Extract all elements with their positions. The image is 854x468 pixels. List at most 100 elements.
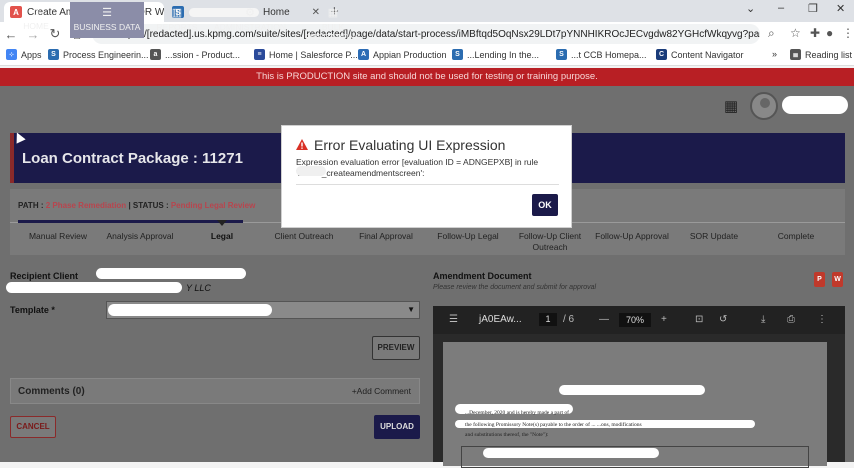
dialog-message: Expression evaluation error [evaluation … xyxy=(296,157,539,178)
download-icon[interactable]: ⤓ xyxy=(761,314,765,325)
sharepoint-icon: S xyxy=(48,49,59,60)
step-complete: Complete xyxy=(777,231,815,241)
bookmark-label: ...ssion - Product... xyxy=(165,49,241,60)
grid-icon: ▦ xyxy=(327,7,339,19)
bookmark-label: Home | Salesforce P... xyxy=(269,49,358,60)
nav-label: REPORTS xyxy=(156,22,198,32)
bookmark-icon: a xyxy=(150,49,161,60)
status-value: Pending Legal Review xyxy=(170,201,256,210)
bookmark-label: Appian Production xyxy=(373,49,447,60)
amendment-document-title: Amendment Document xyxy=(433,271,532,281)
comments-label: Comments (0) xyxy=(18,386,85,397)
zoom-in-icon[interactable]: + xyxy=(661,314,667,325)
step-analysis-approval: Analysis Approval xyxy=(106,231,174,241)
search-icon[interactable]: ⌕ xyxy=(768,26,775,41)
error-dialog: Error Evaluating UI Expression Expressio… xyxy=(281,125,572,228)
step-follow-up-client-outreach: Follow-Up Client Outreach xyxy=(518,231,582,252)
pdf-text-line: and substitutions thereof, the "Note"): xyxy=(465,432,549,438)
bookmark-lending[interactable]: S ...Lending In the... xyxy=(452,49,539,60)
bookmark-process-engineering[interactable]: S Process Engineerin... xyxy=(48,49,149,60)
bookmark-icon: C xyxy=(656,49,667,60)
apps-grid-icon[interactable]: ▦ xyxy=(724,97,738,115)
restore-button[interactable]: ❐ xyxy=(808,2,818,15)
step-follow-up-approval: Follow-Up Approval xyxy=(595,231,669,241)
bookmarks-bar: ⁘ Apps S Process Engineerin... a ...ssio… xyxy=(0,46,854,66)
apps-icon: ⁘ xyxy=(6,49,17,60)
chevron-down-icon[interactable]: ⌄ xyxy=(746,2,755,15)
page-total: / 6 xyxy=(563,314,575,325)
warning-icon xyxy=(296,139,308,150)
upload-button[interactable]: UPLOAD xyxy=(374,415,420,439)
nav-home[interactable]: ⌂ HOME xyxy=(14,2,58,38)
zoom-out-icon[interactable]: — xyxy=(599,314,609,325)
redacted-recipient xyxy=(6,282,182,293)
dialog-divider xyxy=(296,184,559,185)
step-follow-up-legal: Follow-Up Legal xyxy=(437,231,499,241)
pdf-viewer[interactable]: ☰ jA0EAw... 1 / 6 — 70% + ⊡ ↺ ⤓ ⎙ ⋮ ...D… xyxy=(433,306,845,468)
menu-icon[interactable]: ☰ xyxy=(449,314,458,325)
pdf-text-line: ...December, 2020 and is hereby made a p… xyxy=(465,410,569,416)
add-comment-link[interactable]: +Add Comment xyxy=(352,386,411,396)
step-progress xyxy=(18,220,243,223)
sharepoint-icon: S xyxy=(452,49,463,60)
step-final-approval: Final Approval xyxy=(359,231,413,241)
database-icon: ☰ xyxy=(102,7,112,19)
nav-bulk-operations[interactable]: ▦ BULK OPERATIONS xyxy=(294,2,372,42)
pdf-page: ...December, 2020 and is hereby made a p… xyxy=(443,342,827,468)
nav-administration[interactable]: ⚙ ADMINISTRATION xyxy=(212,2,288,38)
zoom-level[interactable]: 70% xyxy=(619,313,651,327)
cancel-button[interactable]: CANCEL xyxy=(10,416,56,438)
bookmark-apps[interactable]: ⁘ Apps xyxy=(6,49,42,60)
word-icon[interactable]: W xyxy=(832,272,843,287)
sharepoint-icon: S xyxy=(556,49,567,60)
close-window-button[interactable]: ✕ xyxy=(836,2,845,15)
dialog-title: Error Evaluating UI Expression xyxy=(314,137,506,153)
recipient-client-label: Recipient Client xyxy=(10,271,79,281)
bookmark-ccb-homepage[interactable]: S ...t CCB Homepa... xyxy=(556,49,647,60)
comments-section[interactable]: Comments (0) +Add Comment xyxy=(10,378,420,404)
nav-business-data[interactable]: ☰ BUSINESS DATA xyxy=(70,2,144,38)
print-icon[interactable]: ⎙ xyxy=(787,314,795,325)
pdf-icon[interactable]: P xyxy=(814,272,825,287)
minimize-button[interactable]: – xyxy=(778,2,784,14)
template-label: Template * xyxy=(10,305,55,315)
preview-button[interactable]: PREVIEW xyxy=(372,336,420,360)
status-label: STATUS : xyxy=(132,201,169,210)
bookmark-label: Apps xyxy=(21,49,42,60)
redacted-text xyxy=(483,448,659,458)
chevron-right-icon[interactable]: » xyxy=(772,49,777,59)
bookmark-content-navigator[interactable]: C Content Navigator xyxy=(656,49,744,60)
fit-page-icon[interactable]: ⊡ xyxy=(695,314,703,325)
nav-label: ADMINISTRATION xyxy=(213,22,287,32)
star-icon[interactable]: ☆ xyxy=(790,26,801,40)
step-sor-update: SOR Update xyxy=(689,231,739,241)
appian-icon: A xyxy=(358,49,369,60)
profile-icon[interactable]: ● xyxy=(826,26,833,40)
production-banner: This is PRODUCTION site and should not b… xyxy=(0,68,854,86)
rotate-icon[interactable]: ↺ xyxy=(719,314,727,325)
extensions-icon[interactable]: ✚ xyxy=(810,26,820,40)
bookmark-salesforce[interactable]: ≡ Home | Salesforce P... xyxy=(254,49,358,60)
step-legal: Legal xyxy=(177,220,267,242)
ok-button[interactable]: OK xyxy=(532,194,558,216)
bookmark-appian-production[interactable]: A Appian Production xyxy=(358,49,447,60)
bookmark-reading-list[interactable]: ≣ Reading list xyxy=(790,49,852,60)
nav-label: BULK OPERATIONS xyxy=(305,22,361,42)
amendment-document-subtitle: Please review the document and submit fo… xyxy=(433,284,597,291)
reading-list-icon: ≣ xyxy=(790,49,801,60)
redacted-text xyxy=(559,385,705,395)
menu-icon[interactable]: ⋮ xyxy=(842,26,854,40)
bar-chart-icon: ▥ xyxy=(171,7,183,19)
bookmark-product[interactable]: a ...ssion - Product... xyxy=(150,49,240,60)
avatar[interactable] xyxy=(750,92,778,120)
path-label: PATH : xyxy=(18,201,44,210)
gear-icon: ⚙ xyxy=(245,7,255,19)
bookmark-label: Process Engineerin... xyxy=(63,49,149,60)
more-icon[interactable]: ⋮ xyxy=(817,314,827,325)
home-icon: ⌂ xyxy=(32,6,40,18)
nav-reports[interactable]: ▥ REPORTS xyxy=(152,2,202,38)
page-title: Loan Contract Package : 11271 xyxy=(22,150,243,167)
pdf-text-line: the following Promissory Note(s) payable… xyxy=(465,422,642,428)
path-value: 2 Phase Remediation xyxy=(45,201,127,210)
page-number-input[interactable]: 1 xyxy=(539,313,557,326)
